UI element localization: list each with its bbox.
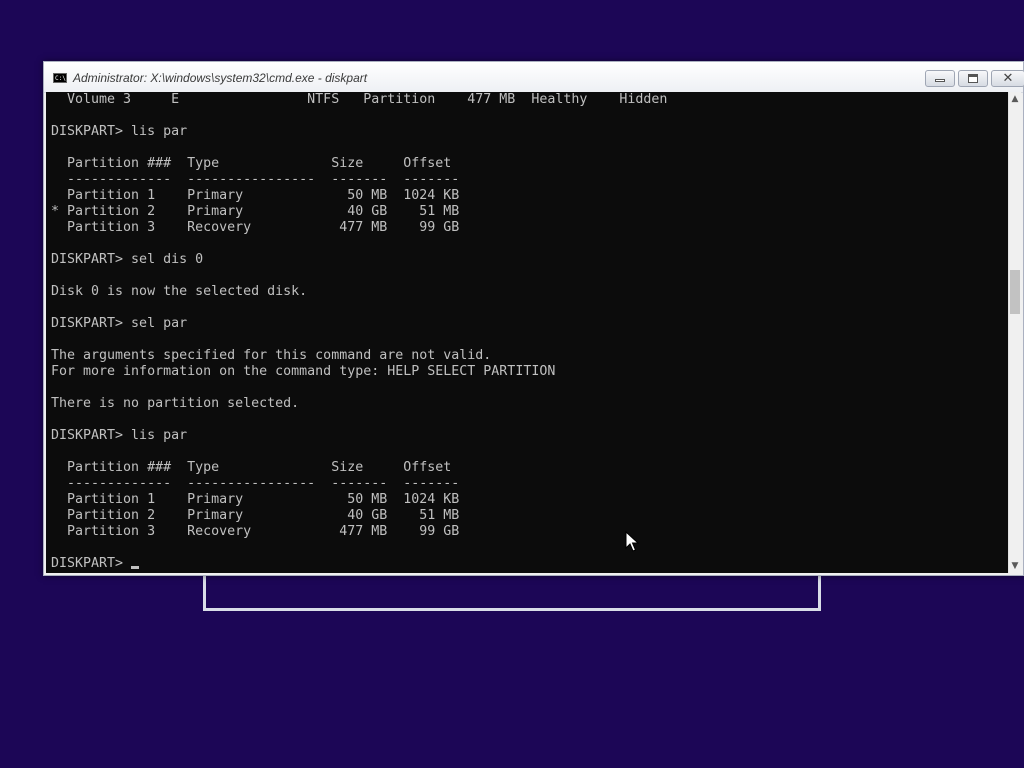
console-line: The arguments specified for this command… xyxy=(51,348,492,363)
console-line: * Partition 2 Primary 40 GB 51 MB xyxy=(51,204,460,219)
command-prompt: DISKPART> xyxy=(51,556,132,571)
close-button[interactable]: ✕ xyxy=(991,70,1024,87)
mouse-pointer-icon xyxy=(625,531,639,552)
window-title: Administrator: X:\windows\system32\cmd.e… xyxy=(73,71,368,85)
console-line: DISKPART> sel dis 0 xyxy=(51,252,204,267)
console-line: DISKPART> lis par xyxy=(51,124,188,139)
console-line: Partition 1 Primary 50 MB 1024 KB xyxy=(51,492,460,507)
console-line: DISKPART> sel par xyxy=(51,316,188,331)
console-line: There is no partition selected. xyxy=(51,396,300,411)
console-lines: Volume 3 E NTFS Partition 477 MB Healthy… xyxy=(51,92,667,572)
scroll-up-arrow-icon[interactable]: ▲ xyxy=(1009,92,1021,106)
scroll-down-arrow-icon[interactable]: ▼ xyxy=(1009,559,1021,573)
console-line: Volume 3 E NTFS Partition 477 MB Healthy… xyxy=(51,92,668,107)
console-line: For more information on the command type… xyxy=(51,364,556,379)
console-line: Partition ### Type Size Offset xyxy=(51,460,452,475)
scroll-thumb[interactable] xyxy=(1010,270,1020,314)
maximize-button[interactable] xyxy=(958,70,988,87)
close-icon: ✕ xyxy=(1002,71,1014,86)
cmd-icon: C:\ xyxy=(53,73,67,83)
console-line: Partition 3 Recovery 477 MB 99 GB xyxy=(51,524,460,539)
title-bar[interactable]: C:\ Administrator: X:\windows\system32\c… xyxy=(44,62,1024,93)
console-output[interactable]: Volume 3 E NTFS Partition 477 MB Healthy… xyxy=(46,92,1008,573)
minimize-button[interactable] xyxy=(925,70,955,87)
console-line: Disk 0 is now the selected disk. xyxy=(51,284,308,299)
console-line: Partition 1 Primary 50 MB 1024 KB xyxy=(51,188,460,203)
minimize-icon xyxy=(935,79,945,82)
vertical-scrollbar[interactable]: ▲ ▼ xyxy=(1008,92,1021,573)
maximize-icon xyxy=(968,74,978,83)
console-line: Partition 2 Primary 40 GB 51 MB xyxy=(51,508,460,523)
console-line: DISKPART> lis par xyxy=(51,428,188,443)
console-line: Partition ### Type Size Offset xyxy=(51,156,452,171)
command-prompt-line[interactable]: DISKPART> xyxy=(51,556,667,572)
console-line: ------------- ---------------- ------- -… xyxy=(51,476,460,491)
console-line: Partition 3 Recovery 477 MB 99 GB xyxy=(51,220,460,235)
text-cursor xyxy=(131,566,140,569)
desktop: C:\ Administrator: X:\windows\system32\c… xyxy=(0,0,1024,768)
cmd-window[interactable]: C:\ Administrator: X:\windows\system32\c… xyxy=(43,61,1024,576)
console-line: ------------- ---------------- ------- -… xyxy=(51,172,460,187)
